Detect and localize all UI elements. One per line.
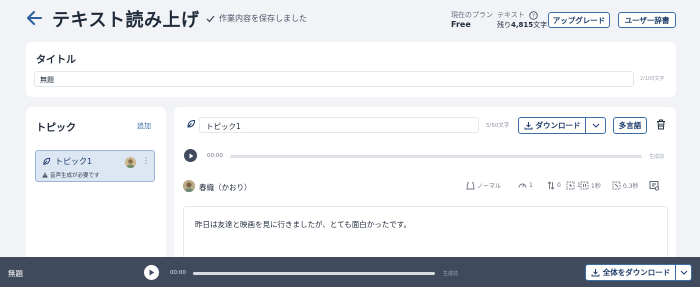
bottom-player-bar: 無題 00:00 生成前 全体をダウンロード <box>0 257 700 287</box>
pitch-value: 0 <box>557 182 561 189</box>
play-all-status: 生成前 <box>443 271 459 277</box>
page-title: テキスト読み上げ <box>52 10 200 31</box>
voice-avatar <box>183 180 195 192</box>
pause-after-icon <box>612 181 621 190</box>
topic-play-time: 00:00 <box>207 153 223 159</box>
upgrade-button[interactable]: アップグレード <box>548 12 610 28</box>
remaining-value: 4,815 <box>511 21 534 29</box>
download-all-label: 全体をダウンロード <box>602 268 671 277</box>
topic-warning: 音声生成が必要です <box>42 171 100 179</box>
topic-warning-text: 音声生成が必要です <box>50 173 100 179</box>
topic-item-name: トピック1 <box>55 157 93 166</box>
topic-name-char-count: 5/50文字 <box>486 123 510 129</box>
save-status: 作業内容を保存しました <box>206 13 307 24</box>
topic-heading: トピック <box>36 123 76 134</box>
leaf-icon <box>42 157 51 166</box>
more-vertical-icon[interactable]: ⋮ <box>142 156 150 165</box>
user-dictionary-button[interactable]: ユーザー辞書 <box>618 12 676 28</box>
volume-icon <box>566 181 575 190</box>
speed-icon <box>518 181 527 190</box>
topic-name-input[interactable]: トピック1 <box>199 117 479 133</box>
topic-editor: トピック1 5/50文字 ダウンロード 多言語 00:00 生成前 春織（かおり… <box>174 107 676 267</box>
title-label: タイトル <box>36 55 76 66</box>
download-icon <box>524 121 533 130</box>
chevron-down-icon[interactable] <box>675 265 691 280</box>
current-plan: 現在のプラン Free <box>451 10 493 30</box>
project-title: 無題 <box>8 269 23 278</box>
download-label: ダウンロード <box>535 121 581 130</box>
text-label: テキスト <box>497 11 525 19</box>
voice-name[interactable]: 春織（かおり） <box>199 182 252 193</box>
voice-style[interactable]: ノーマル <box>466 181 501 190</box>
topic-play-button[interactable] <box>184 149 197 162</box>
avatar <box>125 157 136 168</box>
download-button[interactable]: ダウンロード <box>518 117 606 134</box>
topic-generation-status: 生成前 <box>649 154 665 160</box>
pitch-icon <box>547 181 555 190</box>
play-all-button[interactable] <box>144 265 159 280</box>
remaining-suffix: 文字 <box>533 21 548 29</box>
download-all-main[interactable]: 全体をダウンロード <box>586 265 675 280</box>
download-main[interactable]: ダウンロード <box>519 118 585 133</box>
trash-icon[interactable] <box>656 119 666 130</box>
pause-after-value: 0.3秒 <box>623 183 639 190</box>
voice-pitch[interactable]: 0 <box>547 181 561 190</box>
plan-value: Free <box>451 20 471 29</box>
dictionary-icon[interactable] <box>649 180 660 191</box>
title-card: タイトル 無題 2/100文字 <box>26 42 676 97</box>
play-all-time: 00:00 <box>170 270 186 276</box>
text-remaining: 残り4,815文字 <box>497 20 547 30</box>
plan-label: 現在のプラン <box>451 11 493 19</box>
warning-icon <box>42 172 48 178</box>
chevron-down-icon[interactable] <box>585 118 605 133</box>
download-icon <box>591 268 600 277</box>
voice-style-value: ノーマル <box>477 183 502 190</box>
voice-speed[interactable]: 1 <box>518 181 533 190</box>
add-topic-link[interactable]: 追加 <box>137 121 151 131</box>
back-arrow-icon[interactable] <box>26 11 42 25</box>
help-icon[interactable]: ? <box>529 10 538 20</box>
remaining-prefix: 残り <box>497 21 511 29</box>
text-quota: テキスト ? 残り4,815文字 <box>497 10 547 30</box>
pause-before[interactable]: 1秒 <box>580 181 601 190</box>
multilanguage-button[interactable]: 多言語 <box>613 117 647 134</box>
download-all-button[interactable]: 全体をダウンロード <box>585 264 692 281</box>
pause-before-icon <box>580 181 589 190</box>
topic-progress-track[interactable] <box>230 155 642 158</box>
play-all-progress-track[interactable] <box>193 272 435 275</box>
pause-before-value: 1秒 <box>591 183 601 190</box>
topic-list-item[interactable]: トピック1 音声生成が必要です ⋮ <box>35 150 155 182</box>
speed-value: 1 <box>529 182 533 189</box>
pause-after[interactable]: 0.3秒 <box>612 181 639 190</box>
voice-volume[interactable]: 1 <box>566 181 581 190</box>
app-header: テキスト読み上げ 作業内容を保存しました 現在のプラン Free テキスト ? … <box>0 0 700 40</box>
save-status-text: 作業内容を保存しました <box>219 14 307 23</box>
topic-list-panel: トピック 追加 トピック1 音声生成が必要です ⋮ <box>26 107 166 267</box>
svg-text:?: ? <box>532 13 535 19</box>
check-icon <box>206 15 215 23</box>
leaf-icon <box>186 119 196 129</box>
title-input[interactable]: 無題 <box>34 71 634 87</box>
voice-style-icon <box>466 181 475 190</box>
title-char-count: 2/100文字 <box>640 76 665 82</box>
